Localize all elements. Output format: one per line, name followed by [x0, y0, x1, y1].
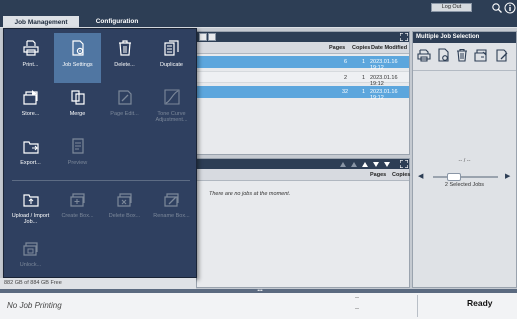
- menu-divider: [12, 180, 190, 181]
- menu-upload-import[interactable]: Upload / Import Job...: [7, 184, 54, 234]
- col-pages[interactable]: Pages: [370, 172, 386, 178]
- menu-delete[interactable]: Delete...: [101, 33, 148, 83]
- slider-thumb[interactable]: [447, 173, 461, 181]
- menu-tone-curve: Tone Curve Adjustment...: [148, 82, 195, 132]
- job-list-toolbar: [197, 32, 409, 42]
- job-settings-icon[interactable]: [436, 48, 450, 62]
- info-icon[interactable]: [504, 2, 516, 14]
- status-dash-1: --: [355, 295, 359, 301]
- delete-box-icon: [117, 193, 132, 207]
- store-icon[interactable]: [474, 48, 488, 62]
- printed-jobs-panel: Pages Copies There are no jobs at the mo…: [196, 158, 410, 288]
- printing-status: No Job Printing: [7, 301, 62, 310]
- trash-icon: [119, 40, 131, 56]
- expand-icon[interactable]: [400, 160, 408, 168]
- status-separator: [417, 295, 418, 317]
- col-pages[interactable]: Pages: [329, 45, 345, 51]
- menu-duplicate[interactable]: Duplicate: [148, 33, 195, 83]
- export-icon: [23, 141, 39, 154]
- job-settings-icon: [72, 40, 84, 56]
- menu-store[interactable]: Store...: [7, 82, 54, 132]
- status-dash-2: --: [355, 306, 359, 312]
- menu-print[interactable]: Print...: [7, 33, 54, 83]
- selection-toolbar: [413, 43, 516, 71]
- edit-icon[interactable]: [495, 48, 509, 62]
- upload-icon: [23, 194, 39, 207]
- merge-icon: [71, 90, 85, 105]
- unlock-icon: [23, 242, 38, 256]
- preview-icon: [72, 138, 84, 154]
- store-icon: [23, 90, 38, 105]
- menu-rename-box: Rename Box...: [148, 184, 195, 234]
- duplicate-icon: [164, 40, 179, 56]
- print-icon[interactable]: [417, 48, 431, 62]
- tab-configuration[interactable]: Configuration: [82, 16, 152, 28]
- slider-track[interactable]: [433, 176, 498, 178]
- col-date-modified[interactable]: Date Modified: [371, 45, 407, 51]
- menu-merge[interactable]: Merge: [54, 82, 101, 132]
- expand-icon[interactable]: [400, 33, 408, 41]
- lower-toolbar: [197, 159, 409, 169]
- user-search-icon[interactable]: [491, 2, 503, 14]
- menu-page-edit: Page Edit...: [101, 82, 148, 132]
- selected-count: 2 Selected Jobs: [444, 182, 485, 188]
- table-row[interactable]: 2 1 2023.01.16 19:12: [197, 71, 409, 87]
- slider-right-icon[interactable]: ▶: [505, 172, 510, 180]
- status-bar: [0, 293, 517, 319]
- tab-job-management[interactable]: Job Management: [3, 16, 79, 28]
- panel-title: Multiple Job Selection: [413, 32, 516, 43]
- rename-box-icon: [164, 193, 179, 207]
- logout-button[interactable]: Log Out: [431, 3, 472, 12]
- menu-create-box: Create Box...: [54, 184, 101, 234]
- print-icon: [23, 40, 39, 56]
- table-row[interactable]: 6 1 2023.01.16 19:12: [197, 56, 409, 71]
- multiple-selection-panel: Multiple Job Selection -- / -- ◀ ▶ 2 Sel…: [412, 31, 517, 288]
- trash-icon[interactable]: [455, 48, 469, 62]
- job-list-panel: Pages Copies Date Modified 6 1 2023.01.1…: [196, 31, 410, 155]
- menu-preview: Preview: [54, 131, 101, 181]
- reorder-arrows-icon[interactable]: [338, 160, 398, 168]
- menu-delete-box: Delete Box...: [101, 184, 148, 234]
- slider-left-icon[interactable]: ◀: [418, 172, 423, 180]
- search-button[interactable]: [199, 33, 207, 41]
- table-row[interactable]: 32 1 2023.01.16 19:12: [197, 86, 409, 101]
- menu-job-settings[interactable]: Job Settings: [54, 33, 101, 83]
- job-list-header: Pages Copies Date Modified: [197, 42, 409, 54]
- empty-message: There are no jobs at the moment.: [209, 191, 291, 197]
- tone-curve-icon: [164, 89, 180, 105]
- create-box-icon: [70, 193, 85, 207]
- menu-export[interactable]: Export...: [7, 131, 54, 181]
- page-edit-icon: [118, 90, 132, 105]
- printer-state: Ready: [467, 298, 493, 308]
- page-indicator: -- / --: [458, 158, 471, 164]
- col-copies[interactable]: Copies: [352, 45, 370, 51]
- job-management-menu: Print... Job Settings Delete... Duplicat…: [3, 28, 197, 278]
- menu-unlock: Unlock...: [7, 233, 54, 283]
- view-toggle-button[interactable]: [208, 33, 216, 41]
- col-copies[interactable]: Copies: [392, 172, 410, 178]
- lower-list-header: Pages Copies: [197, 169, 410, 181]
- storage-free: 882 GB of 884 GB Free: [0, 278, 196, 289]
